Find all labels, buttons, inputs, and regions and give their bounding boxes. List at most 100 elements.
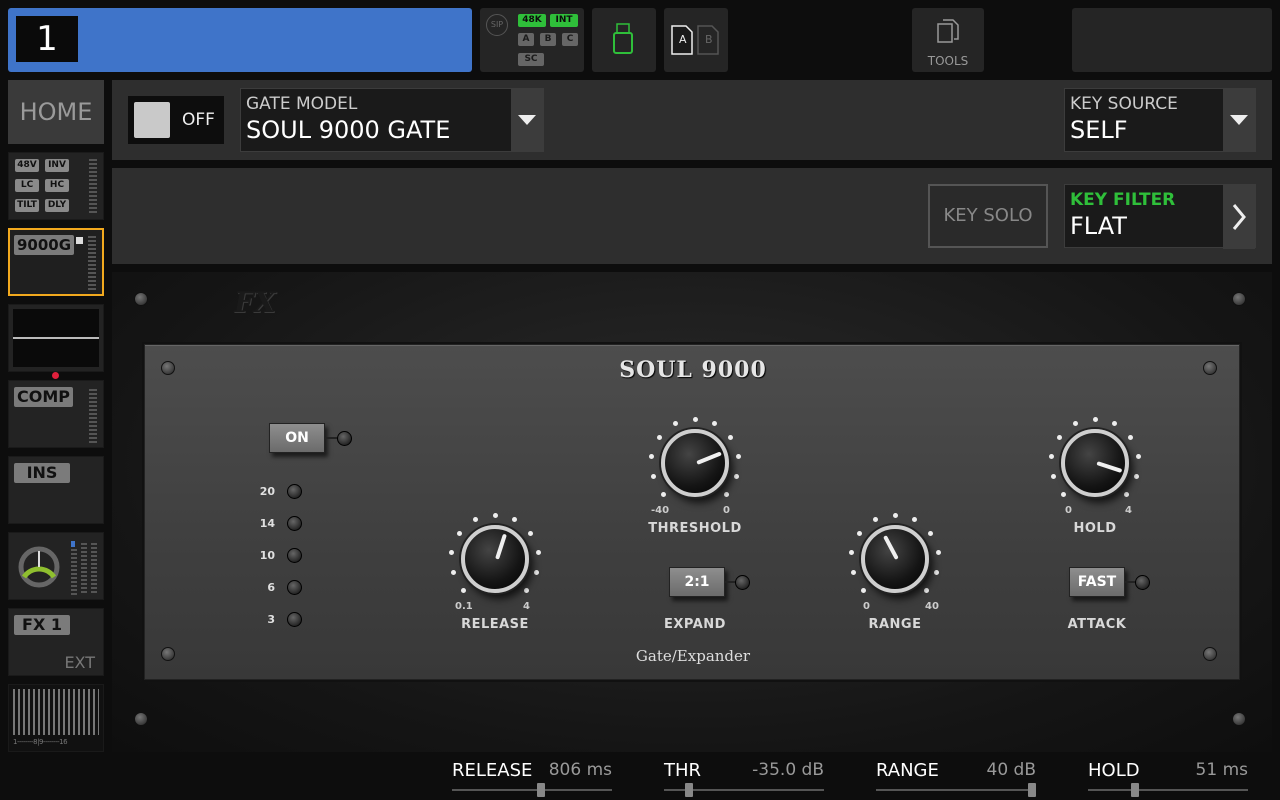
- param-thumb[interactable]: [1130, 783, 1139, 797]
- eq-section-tile[interactable]: [8, 304, 104, 372]
- screw-icon: [1232, 292, 1246, 306]
- param-thumb[interactable]: [1028, 783, 1036, 797]
- attack-fast-button[interactable]: FAST: [1069, 567, 1125, 597]
- tools-label: TOOLS: [927, 54, 969, 68]
- pan-meter-right: [91, 543, 97, 595]
- param-thumb[interactable]: [685, 783, 694, 797]
- input-meter: [89, 159, 97, 215]
- insert-section-tile[interactable]: INS: [8, 456, 104, 524]
- usb-button[interactable]: [592, 8, 656, 72]
- bus-meter-bars: [13, 689, 99, 735]
- bus-meter-tile[interactable]: 1--------8|9--------16: [8, 684, 104, 752]
- pan-section-tile[interactable]: [8, 532, 104, 600]
- home-button[interactable]: HOME: [8, 80, 104, 144]
- gate-on-off-toggle[interactable]: OFF: [128, 96, 224, 144]
- tools-button[interactable]: TOOLS: [912, 8, 984, 72]
- param-track: [1088, 789, 1248, 791]
- scale-dot: [849, 549, 855, 555]
- scale-dot: [861, 587, 867, 593]
- hold-label: HOLD: [1073, 521, 1117, 536]
- usb-drive-icon: [613, 23, 633, 54]
- ins-tag: INS: [14, 463, 70, 483]
- key-solo-button[interactable]: KEY SOLO: [928, 184, 1048, 248]
- scale-dot: [492, 512, 498, 518]
- param-slider-range[interactable]: RANGE 40 dB: [876, 752, 1036, 800]
- hold-knob[interactable]: [1047, 415, 1143, 511]
- gate-model-select[interactable]: GATE MODEL SOUL 9000 GATE: [240, 88, 544, 152]
- param-thumb[interactable]: [537, 783, 546, 797]
- eq-curve-display: [13, 309, 99, 367]
- scale-dot: [535, 549, 541, 555]
- scale-dot: [1092, 416, 1098, 422]
- attack-label: ATTACK: [1067, 617, 1127, 632]
- meter-led: [287, 484, 302, 499]
- knob-pointer: [696, 451, 722, 465]
- input-section-tile[interactable]: 48V INV LC HC TILT DLY: [8, 152, 104, 220]
- knob-pointer: [883, 535, 899, 560]
- faceplate: SOUL 9000 Gate/Expander ON 20 14 10 6 3 -40 …: [144, 344, 1240, 680]
- gate-section-tile[interactable]: 9000G: [8, 228, 104, 296]
- knob-pointer: [1096, 461, 1123, 473]
- threshold-knob[interactable]: [647, 415, 743, 511]
- lc-badge: LC: [15, 179, 39, 192]
- bus-meter-scale: 1--------8|9--------16: [13, 738, 68, 746]
- range-max: 40: [925, 601, 939, 612]
- meter-led: [287, 516, 302, 531]
- scale-dot: [935, 549, 941, 555]
- key-filter-button[interactable]: KEY FILTER FLAT: [1064, 184, 1256, 249]
- scale-dot: [734, 474, 740, 480]
- scene-ab-button[interactable]: A B: [664, 8, 728, 72]
- expand-ratio-button[interactable]: 2:1: [669, 567, 725, 597]
- scale-dot: [735, 453, 741, 459]
- eq-flat-line: [13, 337, 99, 339]
- status-b-badge: B: [540, 33, 556, 46]
- scale-dot: [856, 530, 862, 536]
- channel-name-bar[interactable]: 1: [8, 8, 472, 72]
- param-value: 51 ms: [1195, 760, 1248, 780]
- plugin-on-button[interactable]: ON: [269, 423, 325, 453]
- scale-dot: [1123, 491, 1129, 497]
- range-knob[interactable]: [847, 511, 943, 607]
- gate-meter: [88, 236, 96, 290]
- fx-logo: FX: [234, 286, 276, 319]
- gate-indicator: [76, 237, 83, 244]
- threshold-max: 0: [723, 505, 730, 516]
- key-source-select[interactable]: KEY SOURCE SELF: [1064, 88, 1256, 152]
- status-panel[interactable]: SIP 48K INT A B C SC: [480, 8, 584, 72]
- gate-model-caption: GATE MODEL: [246, 94, 358, 114]
- comp-section-tile[interactable]: COMP: [8, 380, 104, 448]
- param-slider-hold[interactable]: HOLD 51 ms: [1088, 752, 1248, 800]
- fx-section-tile[interactable]: FX 1 EXT: [8, 608, 104, 676]
- param-name: RANGE: [876, 760, 939, 781]
- knob-cap: [861, 525, 929, 593]
- channel-number: 1: [16, 16, 78, 62]
- scale-dot: [1135, 453, 1141, 459]
- scale-dot: [723, 491, 729, 497]
- scale-dot: [656, 434, 662, 440]
- documents-icon: [937, 19, 959, 43]
- scale-dot: [912, 517, 918, 523]
- scale-dot: [850, 570, 856, 576]
- key-source-caption: KEY SOURCE: [1070, 94, 1178, 114]
- blank-softkey[interactable]: [1072, 8, 1272, 72]
- scale-dot: [923, 587, 929, 593]
- hold-min: 0: [1065, 505, 1072, 516]
- scale-dot: [1050, 474, 1056, 480]
- chevron-down-icon: [1223, 89, 1255, 151]
- gate-model-value: SOUL 9000 GATE: [246, 116, 451, 144]
- gain-reduction-meter: 20 14 10 6 3: [255, 484, 315, 635]
- param-name: THR: [664, 760, 702, 781]
- param-slider-release[interactable]: RELEASE 806 ms: [452, 752, 612, 800]
- scale-dot: [692, 416, 698, 422]
- sip-icon: SIP: [486, 14, 508, 36]
- signal-indicator-dot: [52, 372, 59, 379]
- scale-dot: [461, 587, 467, 593]
- scale-dot: [649, 453, 655, 459]
- inv-badge: INV: [45, 159, 69, 172]
- plugin-subtitle: Gate/Expander: [635, 647, 751, 665]
- screw-icon: [134, 712, 148, 726]
- param-slider-thr[interactable]: THR -35.0 dB: [664, 752, 824, 800]
- release-knob[interactable]: [447, 511, 543, 607]
- release-label: RELEASE: [461, 617, 529, 632]
- tilt-badge: TILT: [15, 199, 39, 212]
